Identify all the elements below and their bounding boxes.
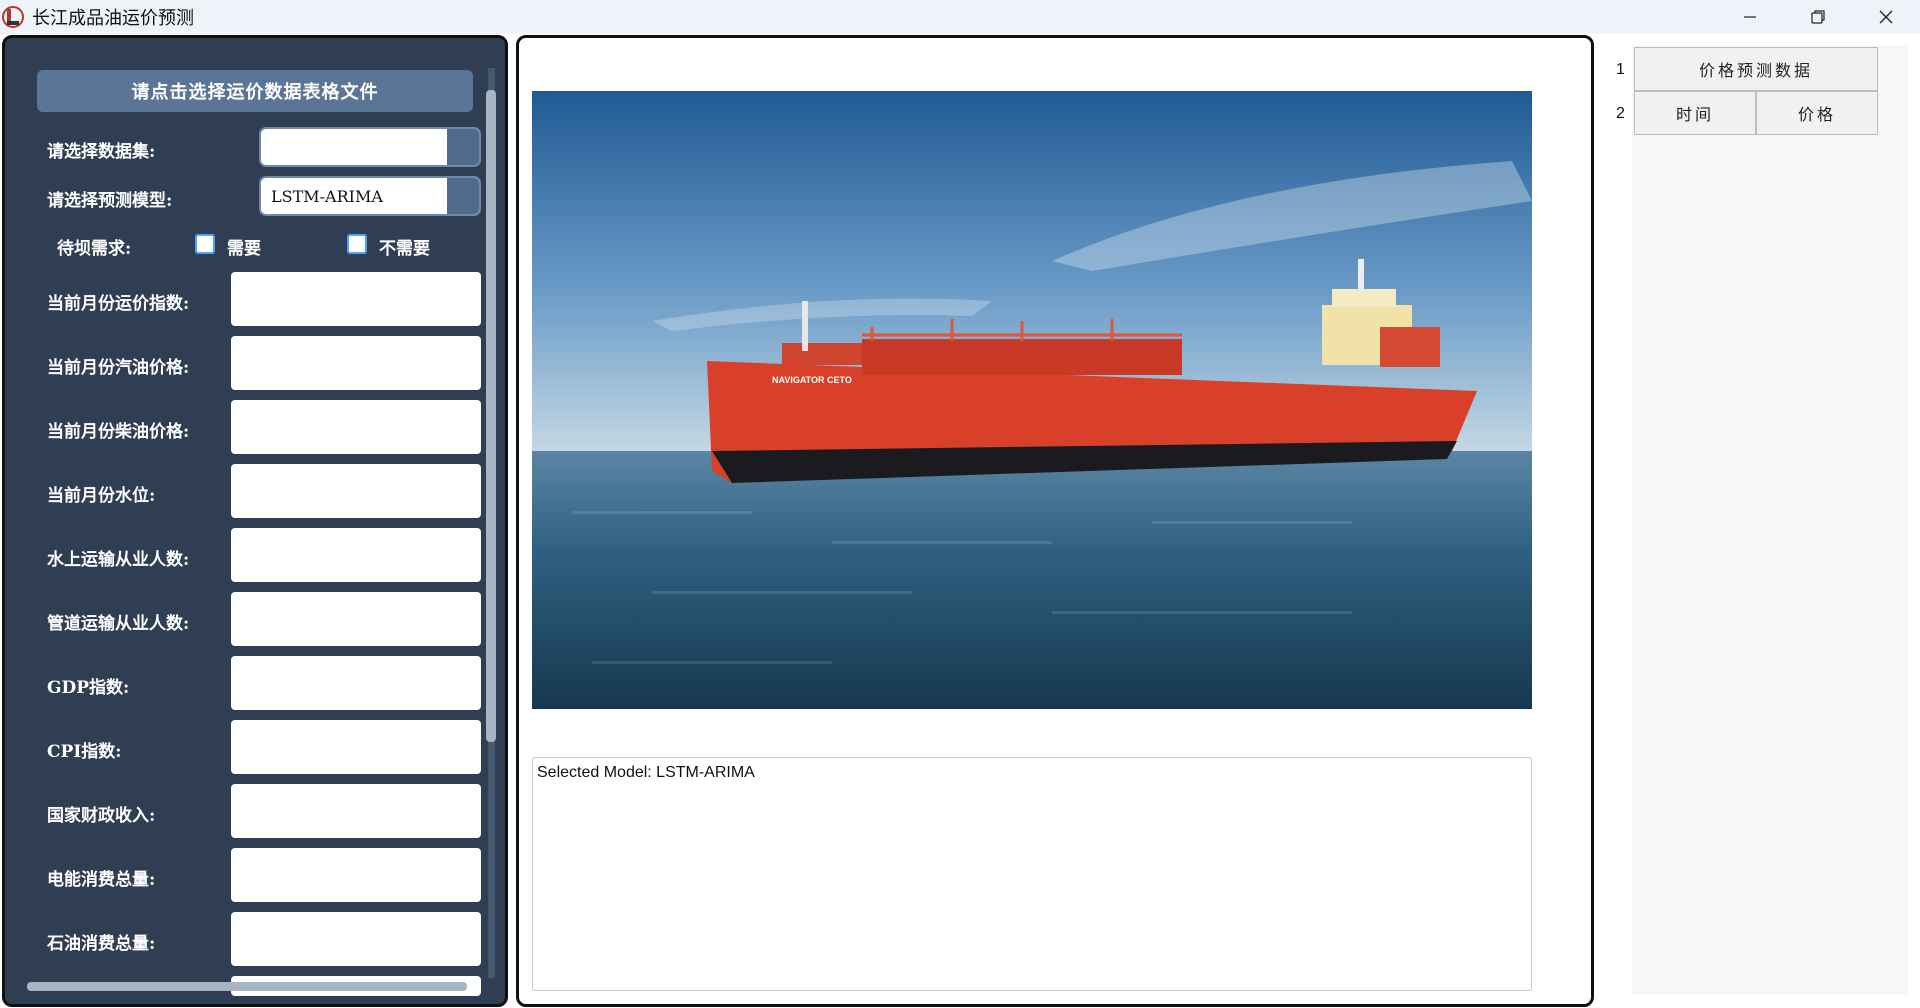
output-text: Selected Model: LSTM-ARIMA [537, 764, 755, 781]
input-panel: 请点击选择运价数据表格文件 请选择数据集: 请选择预测模型: LSTM-ARIM… [2, 35, 508, 1007]
restore-icon [1811, 10, 1825, 24]
checkbox-need[interactable] [195, 234, 215, 254]
row-number: 2 [1616, 105, 1625, 122]
dam-demand-label: 待坝需求: [57, 239, 132, 259]
window-title: 长江成品油运价预测 [32, 8, 194, 29]
prediction-table-panel: 1 2 价格预测数据 时间 价格 [1604, 35, 1908, 995]
field-label-cpi-index: CPI指数: [47, 742, 122, 762]
gasoline-price-input[interactable] [231, 336, 481, 390]
model-select-value: LSTM-ARIMA [271, 187, 383, 206]
horizontal-scrollbar-thumb[interactable] [27, 982, 467, 991]
output-textbox[interactable]: Selected Model: LSTM-ARIMA [532, 757, 1532, 991]
model-label: 请选择预测模型: [47, 191, 173, 211]
cpi-index-input[interactable] [231, 720, 481, 774]
table-grid [1632, 45, 1908, 995]
scrollbar-thumb[interactable] [486, 90, 496, 742]
checkbox-no-need-label: 不需要 [379, 239, 430, 259]
field-label-oil-consumption: 石油消费总量: [47, 934, 156, 954]
select-file-button[interactable]: 请点击选择运价数据表格文件 [37, 70, 473, 112]
field-label-water-level: 当前月份水位: [47, 486, 156, 506]
window-controls [1716, 0, 1920, 34]
table-header-title[interactable]: 价格预测数据 [1634, 47, 1878, 91]
model-select[interactable]: LSTM-ARIMA [259, 176, 481, 216]
pipeline-workers-input[interactable] [231, 592, 481, 646]
dropdown-arrow-icon[interactable] [447, 178, 479, 214]
water-level-input[interactable] [231, 464, 481, 518]
minimize-button[interactable] [1716, 0, 1784, 34]
dropdown-arrow-icon[interactable] [447, 129, 479, 165]
display-panel: NAVIGATOR CETO Selected Model: LSTM-ARIM… [516, 35, 1594, 1007]
gdp-index-input[interactable] [231, 656, 481, 710]
field-label-diesel-price: 当前月份柴油价格: [47, 422, 190, 442]
diesel-price-input[interactable] [231, 400, 481, 454]
field-label-freight-index: 当前月份运价指数: [47, 294, 190, 314]
dataset-select[interactable] [259, 127, 481, 167]
field-label-fiscal-revenue: 国家财政收入: [47, 806, 156, 826]
close-button[interactable] [1852, 0, 1920, 34]
oil-tanker-photo: NAVIGATOR CETO [532, 91, 1532, 709]
freight-index-input[interactable] [231, 272, 481, 326]
field-label-gasoline-price: 当前月份汽油价格: [47, 358, 190, 378]
field-label-pipeline-workers: 管道运输从业人数: [47, 614, 190, 634]
table-column-time[interactable]: 时间 [1634, 91, 1756, 135]
dataset-label: 请选择数据集: [47, 142, 156, 162]
title-bar: 长江成品油运价预测 [0, 0, 1920, 34]
app-logo-icon [2, 4, 26, 30]
field-label-electricity-consumption: 电能消费总量: [47, 870, 156, 890]
minimize-icon [1744, 16, 1756, 18]
restore-button[interactable] [1784, 0, 1852, 34]
oil-consumption-input[interactable] [231, 912, 481, 966]
row-number: 1 [1616, 61, 1625, 78]
electricity-consumption-input[interactable] [231, 848, 481, 902]
fiscal-revenue-input[interactable] [231, 784, 481, 838]
vertical-scrollbar[interactable] [485, 62, 497, 982]
water-transport-workers-input[interactable] [231, 528, 481, 582]
close-icon [1879, 10, 1893, 24]
ship-name-text: NAVIGATOR CETO [772, 375, 852, 385]
table-column-price[interactable]: 价格 [1756, 91, 1878, 135]
field-label-water-transport-workers: 水上运输从业人数: [47, 550, 190, 570]
checkbox-need-label: 需要 [227, 239, 261, 259]
checkbox-no-need[interactable] [347, 234, 367, 254]
field-label-gdp-index: GDP指数: [47, 678, 130, 698]
